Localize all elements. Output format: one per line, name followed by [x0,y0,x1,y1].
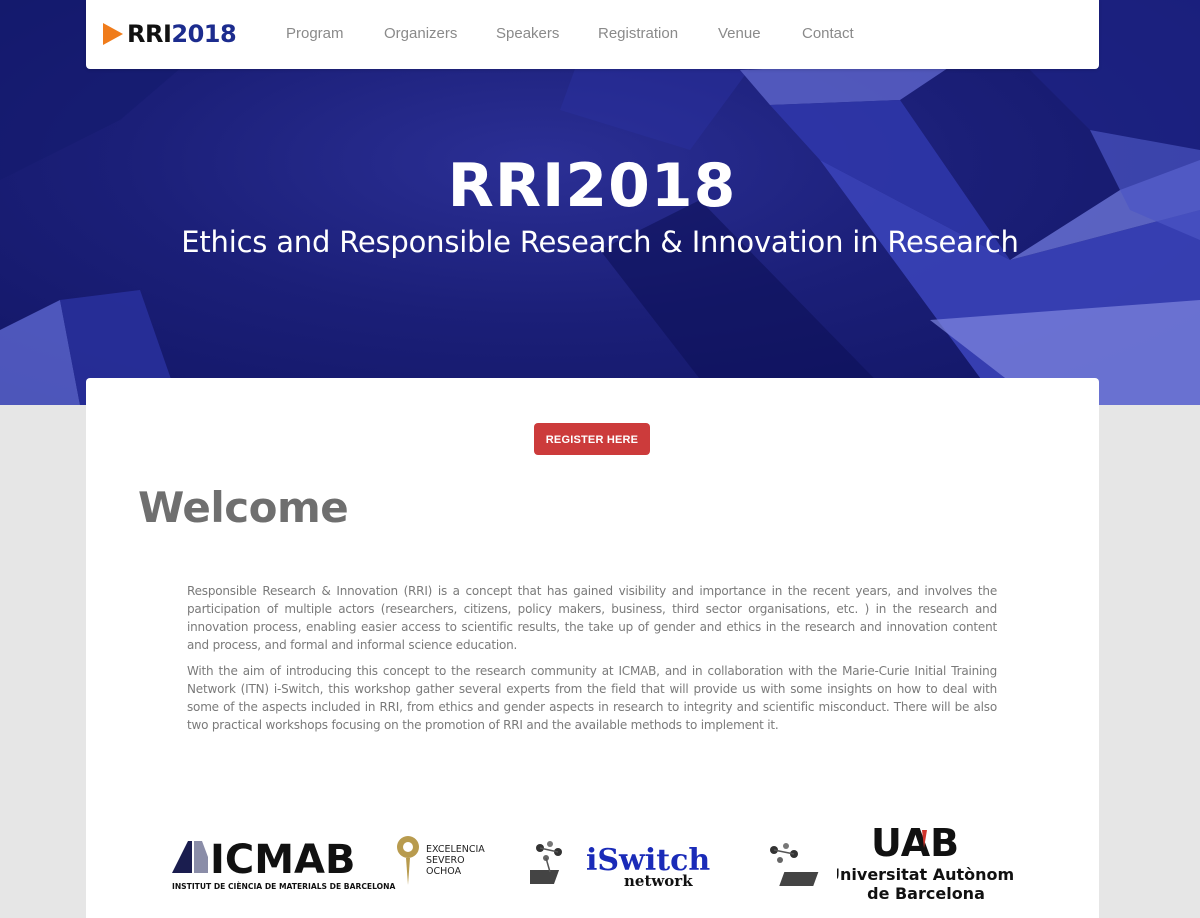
severo-ochoa-line2: SEVERO [426,855,465,866]
intro-paragraph: With the aim of introducing this concept… [187,664,997,732]
severo-ochoa-line3: OCHOA [426,866,462,877]
intro-paragraph: Responsible Research & Innovation (RRI) … [187,584,997,652]
logo-text-prefix: RRI [127,20,172,48]
network-nodes-icon [530,841,562,884]
site-logo[interactable]: RRI 2018 [103,20,237,48]
play-triangle-icon [103,23,123,45]
logo-text-year: 2018 [171,20,237,48]
hero-title: RRI2018 [447,151,737,221]
icmab-emblem-icon [172,841,208,873]
top-navbar: RRI 2018 Program Organizers Speakers Reg… [86,0,1099,69]
nav-link-contact[interactable]: Contact [802,25,854,43]
intro-text: Responsible Research & Innovation (RRI) … [187,582,997,742]
uab-logo[interactable]: UAB Universitat Autònoma de Barcelona [837,822,1015,902]
iswitch-subtext: network [624,872,693,890]
icmab-wordmark: ICMAB [210,837,356,883]
nav-link-venue[interactable]: Venue [718,25,761,43]
hero-subtitle: Ethics and Responsible Research & Innova… [181,225,1019,259]
icmab-caption: INSTITUT DE CIÈNCIA DE MATERIALS DE BARC… [172,882,395,891]
main-content-card: REGISTER HERE Welcome Responsible Resear… [86,378,1099,918]
nav-link-program[interactable]: Program [286,25,344,43]
icmab-logo[interactable]: ICMAB EXCELENCIA SEVERO OCHOA INSTITUT D… [170,833,495,893]
nav-link-speakers[interactable]: Speakers [496,25,559,43]
uab-line2: de Barcelona [867,884,985,902]
uab-line1: Universitat Autònoma [837,865,1015,884]
hero-text: RRI2018 Ethics and Responsible Research … [0,150,1200,262]
nav-link-registration[interactable]: Registration [598,25,678,43]
uab-wordmark: UAB [871,822,959,865]
severo-ochoa-line1: EXCELENCIA [426,844,485,855]
severo-ochoa-seal-icon [397,836,419,885]
nav-link-organizers[interactable]: Organizers [384,25,457,43]
iswitch-logo[interactable]: iSwitch network [530,840,820,892]
register-button[interactable]: REGISTER HERE [534,423,650,455]
network-nodes-icon [770,843,819,886]
welcome-heading: Welcome [138,483,349,532]
